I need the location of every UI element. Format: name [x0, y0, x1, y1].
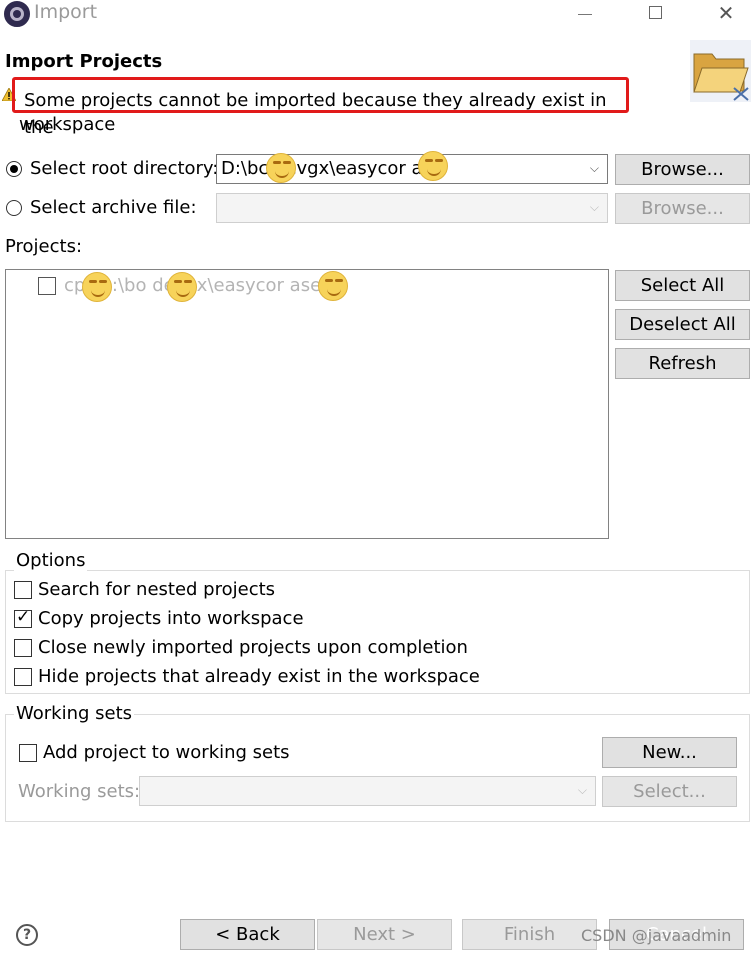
watermark: CSDN @javaadmin [581, 926, 732, 945]
close-projects-label: Close newly imported projects upon compl… [38, 637, 468, 658]
working-sets-combo[interactable]: ⌵ [139, 776, 596, 806]
select-working-set-button[interactable]: Select... [602, 776, 737, 807]
minimize-button[interactable] [562, 0, 608, 30]
help-icon[interactable]: ? [16, 924, 38, 946]
working-sets-label: Working sets: [18, 781, 141, 802]
close-projects-checkbox[interactable] [14, 639, 32, 657]
warning-message-cont: workspace [19, 114, 116, 135]
add-to-working-sets-label: Add project to working sets [43, 742, 290, 763]
chevron-down-icon: ⌵ [589, 200, 599, 214]
eclipse-app-icon [4, 1, 30, 27]
copy-projects-checkbox[interactable] [14, 607, 32, 628]
add-to-working-sets-checkbox[interactable] [19, 744, 37, 762]
projects-list[interactable]: cp (D:\bo devgx\easycor ase) [5, 269, 609, 539]
refresh-button[interactable]: Refresh [615, 348, 750, 379]
browse-root-button[interactable]: Browse... [615, 154, 750, 185]
nested-projects-label: Search for nested projects [38, 579, 276, 600]
close-button[interactable]: ✕ [703, 0, 749, 30]
maximize-button[interactable] [632, 0, 678, 30]
chevron-down-icon: ⌵ [577, 783, 587, 797]
smiley-sticker-icon [418, 151, 448, 181]
copy-projects-label: Copy projects into workspace [38, 608, 304, 629]
browse-archive-button[interactable]: Browse... [615, 193, 750, 224]
hide-projects-checkbox[interactable] [14, 668, 32, 686]
smiley-sticker-icon [167, 272, 197, 302]
select-all-button[interactable]: Select All [615, 270, 750, 301]
next-button[interactable]: Next > [317, 919, 452, 950]
smiley-sticker-icon [318, 271, 348, 301]
window-title: Import [34, 1, 98, 23]
hide-projects-label: Hide projects that already exist in the … [38, 666, 480, 687]
new-working-set-button[interactable]: New... [602, 737, 737, 768]
root-directory-value: D:\bc devgx\easycor ase [221, 158, 443, 179]
back-button[interactable]: < Back [180, 919, 315, 950]
page-title: Import Projects [5, 51, 163, 72]
archive-file-label: Select archive file: [30, 197, 197, 218]
archive-file-combo[interactable]: ⌵ [216, 193, 608, 223]
smiley-sticker-icon [82, 272, 112, 302]
projects-label: Projects: [5, 236, 83, 257]
maximize-icon [649, 6, 662, 19]
minimize-icon [578, 14, 592, 15]
working-sets-title: Working sets [14, 703, 135, 724]
deselect-all-button[interactable]: Deselect All [615, 309, 750, 340]
archive-file-radio[interactable] [6, 200, 22, 216]
root-directory-label: Select root directory: [30, 158, 219, 179]
finish-button[interactable]: Finish [462, 919, 597, 950]
smiley-sticker-icon [266, 153, 296, 183]
root-directory-radio[interactable] [6, 161, 22, 177]
folder-icon [690, 40, 751, 102]
options-title: Options [14, 550, 88, 571]
chevron-down-icon: ⌵ [589, 161, 599, 175]
close-icon: ✕ [717, 1, 735, 25]
project-checkbox[interactable] [38, 277, 56, 295]
nested-projects-checkbox[interactable] [14, 581, 32, 599]
